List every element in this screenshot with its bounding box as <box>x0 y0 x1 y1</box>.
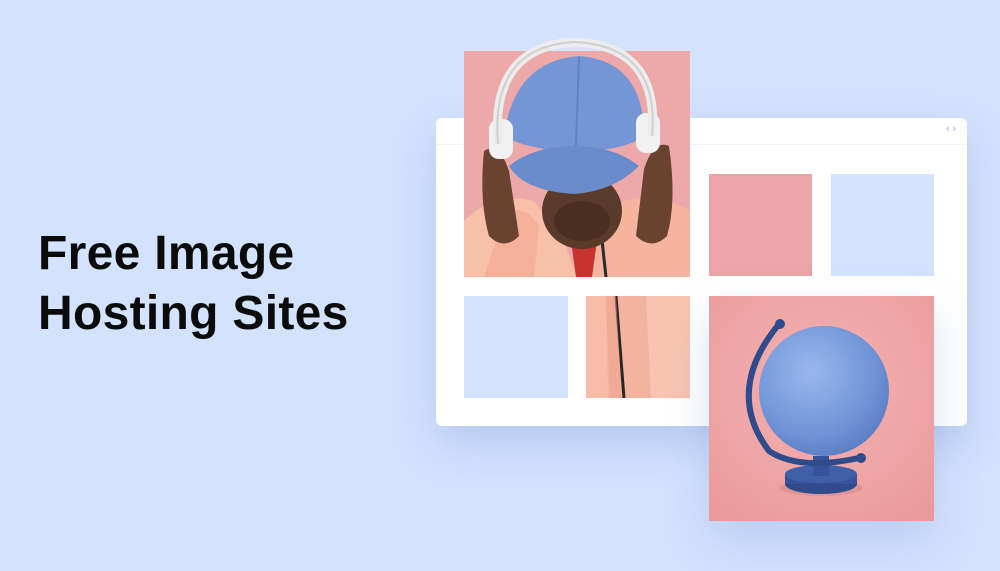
person-with-headphones-illustration <box>464 51 690 277</box>
headline-line-1: Free Image <box>38 227 295 280</box>
blue-tile-bottom <box>464 296 568 398</box>
blue-globe-illustration <box>709 296 934 521</box>
pink-tile <box>709 174 812 276</box>
person-photo-lower <box>586 296 690 398</box>
blue-tile-top <box>831 174 934 276</box>
headline: Free Image Hosting Sites <box>38 224 349 344</box>
jacket-crop-illustration <box>586 296 690 398</box>
globe-photo <box>709 296 934 521</box>
code-brackets-icon: ‹› <box>944 122 958 135</box>
person-photo <box>464 51 690 277</box>
headline-line-2: Hosting Sites <box>38 287 349 340</box>
